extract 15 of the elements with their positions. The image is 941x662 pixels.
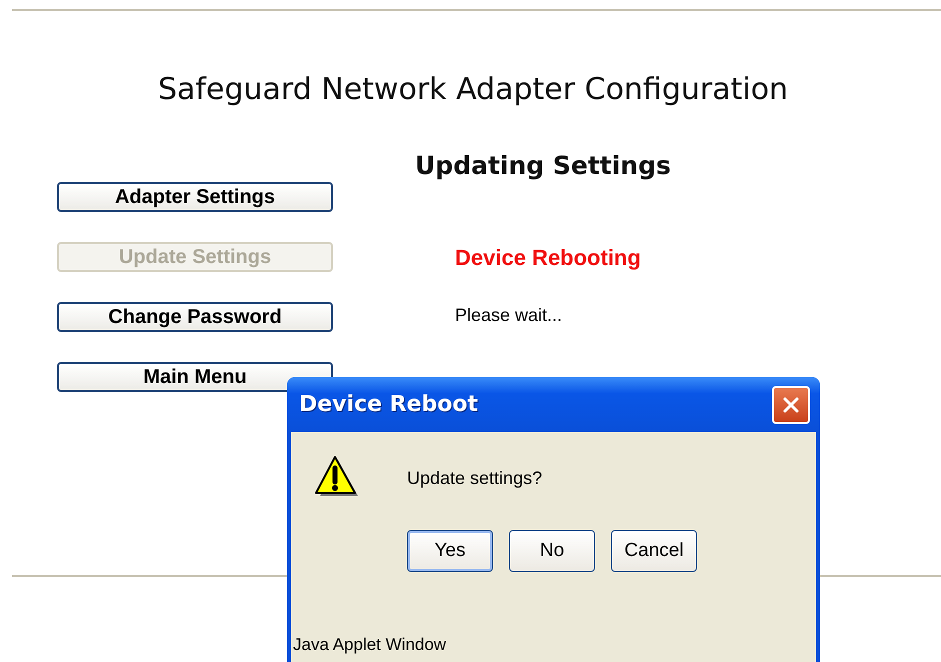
nav-button[interactable]: Main Menu <box>57 362 333 392</box>
dialog-button[interactable]: Yes <box>407 530 493 572</box>
close-icon <box>782 396 800 414</box>
status-message: Please wait... <box>455 305 564 326</box>
nav-button[interactable]: Adapter Settings <box>57 182 333 212</box>
nav-button[interactable]: Change Password <box>57 302 333 332</box>
status-headline: Device Rebooting <box>455 245 641 271</box>
dialog-button[interactable]: Cancel <box>611 530 697 572</box>
dialog-title: Device Reboot <box>299 392 478 417</box>
dialog-footer: Java Applet Window <box>293 635 446 655</box>
close-button[interactable] <box>772 386 810 424</box>
dialog-button[interactable]: No <box>509 530 595 572</box>
page-subtitle: Updating Settings <box>415 150 672 182</box>
dialog-message: Update settings? <box>407 468 542 488</box>
page-title: Safeguard Network Adapter Configuration <box>158 71 790 109</box>
